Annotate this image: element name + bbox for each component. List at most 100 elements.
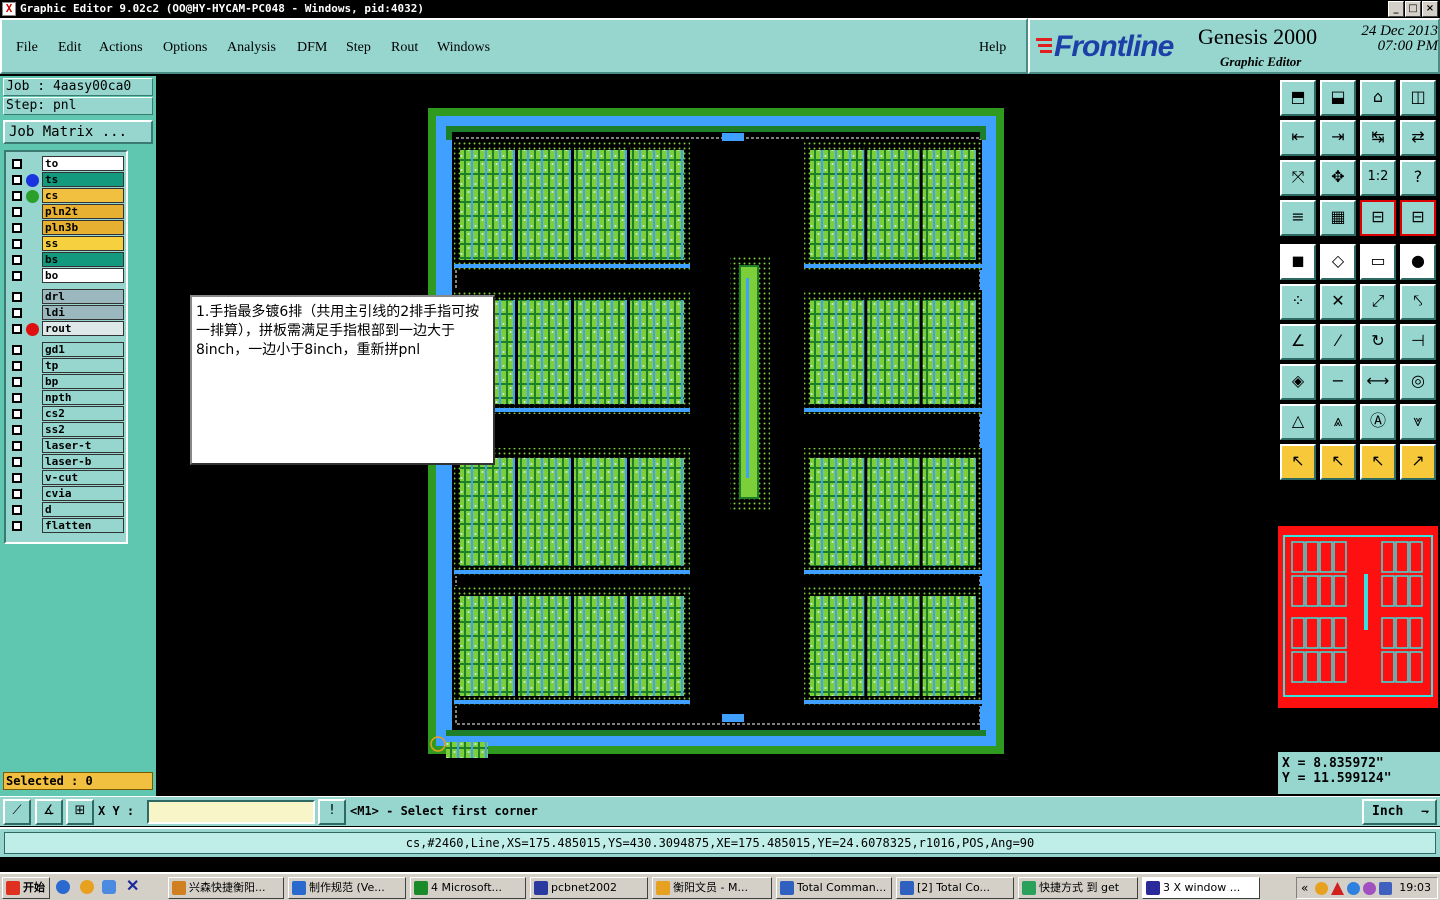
layer-row-rout[interactable]: rout	[6, 321, 126, 337]
bracket-icon[interactable]: ⊣	[1400, 324, 1436, 360]
measure-icon[interactable]: ∡	[35, 799, 63, 825]
menu-dfm[interactable]: DFM	[297, 40, 327, 56]
ruler-icon[interactable]: ▭	[1360, 244, 1396, 280]
layer-checkbox[interactable]	[12, 489, 22, 499]
layer-name[interactable]: bp	[42, 374, 124, 389]
layer-a-icon[interactable]: ⊟	[1360, 200, 1396, 236]
layer-checkbox[interactable]	[12, 271, 22, 281]
layer-checkbox[interactable]	[12, 308, 22, 318]
pointer-alt-icon[interactable]: ↖	[1360, 444, 1396, 480]
tray-messenger-icon[interactable]	[1363, 882, 1376, 895]
taskbar-item[interactable]: pcbnet2002	[530, 877, 648, 899]
down-icon[interactable]: ⩔	[1400, 404, 1436, 440]
menu-windows[interactable]: Windows	[437, 40, 490, 56]
menu-edit[interactable]: Edit	[58, 40, 81, 56]
layer-name[interactable]: bo	[42, 268, 124, 283]
slash-icon[interactable]: ⁄	[1320, 324, 1356, 360]
layer-name[interactable]: v-cut	[42, 470, 124, 485]
layer-checkbox[interactable]	[12, 361, 22, 371]
tray-alert-icon[interactable]	[1331, 882, 1344, 895]
layer-row-npth[interactable]: npth	[6, 390, 126, 406]
tray-network-icon[interactable]	[1347, 882, 1360, 895]
triangle-icon[interactable]: △	[1280, 404, 1316, 440]
text-a-icon[interactable]: Ⓐ	[1360, 404, 1396, 440]
angle-icon[interactable]: ∠	[1280, 324, 1316, 360]
layer-checkbox[interactable]	[12, 457, 22, 467]
layer-checkbox[interactable]	[12, 223, 22, 233]
layer-name[interactable]: cvia	[42, 486, 124, 501]
pointer-icon[interactable]: ↖	[1280, 444, 1316, 480]
menu-step[interactable]: Step	[346, 40, 371, 56]
layer-checkbox[interactable]	[12, 191, 22, 201]
menu-help[interactable]: Help	[979, 40, 1006, 56]
start-button[interactable]: 开始	[2, 877, 50, 899]
layer-name[interactable]: npth	[42, 390, 124, 405]
layer-name[interactable]: to	[42, 156, 124, 171]
rotate-icon[interactable]: ↻	[1360, 324, 1396, 360]
select-box-icon[interactable]: ◼	[1280, 244, 1316, 280]
layer-row-v-cut[interactable]: v-cut	[6, 470, 126, 486]
menu-file[interactable]: File	[16, 40, 38, 56]
exchange-icon[interactable]: ⇄	[1400, 120, 1436, 156]
zoom-fit-icon[interactable]: ⤧	[1280, 160, 1316, 196]
layer-name[interactable]: cs2	[42, 406, 124, 421]
up-icon[interactable]: ⩓	[1320, 404, 1356, 440]
pan-right-icon[interactable]: ⇥	[1320, 120, 1356, 156]
layer-row-to[interactable]: to	[6, 156, 126, 172]
layer-name[interactable]: ts	[42, 172, 124, 187]
layer-checkbox[interactable]	[12, 409, 22, 419]
layer-checkbox[interactable]	[12, 505, 22, 515]
layer-row-ts[interactable]: ts	[6, 172, 126, 188]
taskbar-item[interactable]: 兴森快捷衡阳...	[168, 877, 284, 899]
unit-select[interactable]: Inch ⇁	[1362, 799, 1437, 825]
maximize-button[interactable]: □	[1405, 1, 1421, 17]
grid-snap-icon[interactable]: ⊞	[66, 799, 94, 825]
layer-row-flatten[interactable]: flatten	[6, 518, 126, 534]
layer-row-d[interactable]: d	[6, 502, 126, 518]
layer-row-pln3b[interactable]: pln3b	[6, 220, 126, 236]
taskbar-item[interactable]: 4 Microsoft...	[410, 877, 526, 899]
help-icon[interactable]: ?	[1400, 160, 1436, 196]
layer-b-icon[interactable]: ⊟	[1400, 200, 1436, 236]
cross-icon[interactable]: ✕	[1320, 284, 1356, 320]
layer-row-bp[interactable]: bp	[6, 374, 126, 390]
layer-checkbox[interactable]	[12, 159, 22, 169]
job-matrix-button[interactable]: Job Matrix ...	[3, 120, 153, 144]
snap-icon[interactable]: ⟋	[3, 799, 31, 825]
clock-app-icon[interactable]	[80, 880, 94, 894]
layer-row-bs[interactable]: bs	[6, 252, 126, 268]
stretch-icon[interactable]: ⟷	[1360, 364, 1396, 400]
menu-options[interactable]: Options	[163, 40, 207, 56]
pad-icon[interactable]: ●	[1400, 244, 1436, 280]
layer-row-pln2t[interactable]: pln2t	[6, 204, 126, 220]
move-icon[interactable]: ✥	[1320, 160, 1356, 196]
x-window-icon[interactable]: ✕	[126, 876, 139, 896]
layer-name[interactable]: flatten	[42, 518, 124, 533]
layer-checkbox[interactable]	[12, 207, 22, 217]
shape-icon[interactable]: ◇	[1320, 244, 1356, 280]
pin-icon[interactable]: ◈	[1280, 364, 1316, 400]
layer-name[interactable]: gd1	[42, 342, 124, 357]
open-icon[interactable]: ⬒	[1280, 80, 1316, 116]
tray-volume-icon[interactable]	[1379, 882, 1392, 895]
layer-row-cs[interactable]: cs	[6, 188, 126, 204]
pointer-sel-icon[interactable]: ↖	[1320, 444, 1356, 480]
window-icon[interactable]: ◫	[1400, 80, 1436, 116]
layer-checkbox[interactable]	[12, 393, 22, 403]
swap-icon[interactable]: ↹	[1360, 120, 1396, 156]
line-icon[interactable]: ⤢	[1360, 284, 1396, 320]
layer-name[interactable]: drl	[42, 289, 124, 304]
layer-name[interactable]: rout	[42, 321, 124, 336]
layer-row-cvia[interactable]: cvia	[6, 486, 126, 502]
circle-icon[interactable]: ◎	[1400, 364, 1436, 400]
menu-actions[interactable]: Actions	[99, 40, 143, 56]
layer-checkbox[interactable]	[12, 521, 22, 531]
pointer-net-icon[interactable]: ↗	[1400, 444, 1436, 480]
layer-name[interactable]: ldi	[42, 305, 124, 320]
layer-checkbox[interactable]	[12, 377, 22, 387]
tray-clock-icon[interactable]	[1315, 882, 1328, 895]
taskbar-item[interactable]: 快捷方式 到 get	[1018, 877, 1138, 899]
layer-row-bo[interactable]: bo	[6, 268, 126, 284]
layer-row-cs2[interactable]: cs2	[6, 406, 126, 422]
layer-row-laser-b[interactable]: laser-b	[6, 454, 126, 470]
